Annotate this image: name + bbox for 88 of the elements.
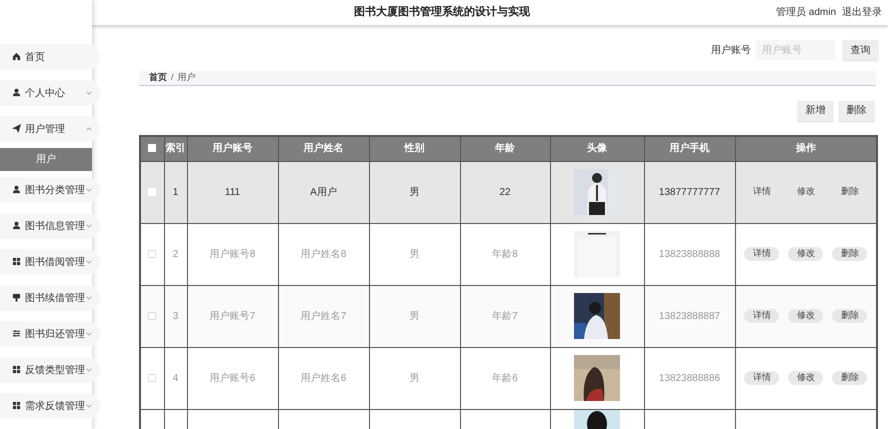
age-text: 年龄6: [492, 372, 518, 384]
name-text: 用户姓名8: [300, 248, 346, 260]
logout-link[interactable]: 退出登录: [842, 5, 882, 20]
column-header: 用户账号: [212, 143, 252, 154]
phone-text: 13823888888: [658, 248, 720, 260]
grid-icon: [12, 401, 21, 410]
phone-text: 13823888887: [658, 310, 720, 322]
details-button[interactable]: 详情: [744, 247, 780, 261]
column-header: 性别: [404, 143, 424, 154]
chevron-down-icon: [86, 368, 92, 372]
user-icon: [12, 185, 21, 194]
row-index: 3: [172, 310, 178, 322]
menu-item[interactable]: 首页: [0, 44, 100, 70]
row-index: 4: [172, 372, 178, 384]
menu-item[interactable]: 图书分类管理: [0, 177, 100, 203]
gender-text: 男: [410, 372, 420, 384]
menu-item[interactable]: 图书借阅管理: [0, 249, 100, 275]
row-checkbox[interactable]: [148, 312, 156, 320]
gender-text: 男: [410, 248, 420, 260]
column-header: 年龄: [495, 143, 515, 154]
select-all-checkbox[interactable]: [148, 144, 156, 152]
edit-button[interactable]: 修改: [788, 309, 824, 323]
chevron-down-icon: [86, 332, 92, 336]
breadcrumb-link[interactable]: 首页: [149, 71, 167, 84]
account-text: 用户账号7: [210, 310, 256, 322]
gender-text: 男: [410, 186, 420, 198]
account-text: 用户账号6: [210, 372, 256, 384]
user-label: 管理员 admin: [776, 6, 836, 20]
column-header: 用户手机: [670, 143, 710, 154]
menu-item[interactable]: 图书信息管理: [0, 213, 100, 239]
add-button[interactable]: 新增: [798, 100, 833, 120]
details-button[interactable]: 详情: [744, 185, 780, 199]
name-text: A用户: [310, 186, 337, 198]
menu-item[interactable]: 需求反馈管理: [0, 393, 100, 419]
age-text: 年龄7: [492, 310, 518, 322]
details-button[interactable]: 详情: [744, 371, 780, 385]
row-index: 1: [172, 186, 178, 198]
chevron-down-icon: [86, 296, 92, 300]
chevron-up-icon: [86, 127, 92, 131]
delete-button[interactable]: 删除: [839, 100, 874, 120]
user-icon: [12, 221, 21, 230]
menu-item[interactable]: 个人中心: [0, 80, 100, 106]
chevron-down-icon: [86, 260, 92, 264]
sliders-icon: [12, 329, 21, 338]
age-text: 22: [499, 186, 511, 198]
menu-item[interactable]: 用户管理: [0, 116, 100, 142]
column-header: 操作: [796, 143, 816, 154]
name-text: 用户姓名6: [300, 372, 346, 384]
chevron-down-icon: [86, 188, 92, 192]
menu-item[interactable]: 反馈类型管理: [0, 357, 100, 383]
menu-item[interactable]: 图书续借管理: [0, 285, 100, 311]
row-checkbox[interactable]: [148, 374, 156, 382]
age-text: 年龄8: [492, 248, 518, 260]
edit-button[interactable]: 修改: [788, 247, 824, 261]
account-text: 111: [224, 186, 240, 198]
chevron-down-icon: [86, 404, 92, 408]
details-button[interactable]: 详情: [744, 309, 780, 323]
delete-button[interactable]: 删除: [832, 371, 868, 385]
account-text: 用户账号8: [210, 248, 256, 260]
grid-icon: [12, 257, 21, 266]
delete-button[interactable]: 删除: [832, 247, 868, 261]
app-title: 图书大厦图书管理系统的设计与实现: [352, 4, 531, 20]
grid-icon: [12, 365, 21, 374]
user-icon: [12, 88, 21, 97]
menu-item[interactable]: 图书归还管理: [0, 321, 100, 347]
edit-button[interactable]: 修改: [788, 185, 824, 199]
breadcrumb-separator: /: [171, 71, 174, 84]
column-header: 用户姓名: [304, 143, 344, 154]
stand-icon: [12, 293, 21, 302]
gender-text: 男: [410, 310, 420, 322]
column-header: 头像: [587, 143, 607, 154]
name-text: 用户姓名7: [300, 310, 346, 322]
search-field[interactable]: 用户账号: [756, 40, 835, 60]
delete-button[interactable]: 删除: [832, 185, 868, 199]
search-label: 用户账号: [711, 44, 751, 58]
delete-button[interactable]: 删除: [832, 309, 868, 323]
phone-text: 13823888886: [658, 372, 720, 384]
edit-button[interactable]: 修改: [788, 371, 824, 385]
phone-text: 13877777777: [658, 186, 720, 198]
search-button[interactable]: 查询: [843, 40, 878, 60]
submenu-item[interactable]: 用户: [0, 148, 92, 171]
column-header: 索引: [166, 143, 186, 154]
row-index: 2: [172, 248, 178, 260]
row-checkbox[interactable]: [148, 250, 156, 258]
home-icon: [12, 52, 21, 61]
send-icon: [12, 124, 21, 133]
chevron-down-icon: [86, 91, 92, 95]
chevron-down-icon: [86, 224, 92, 228]
